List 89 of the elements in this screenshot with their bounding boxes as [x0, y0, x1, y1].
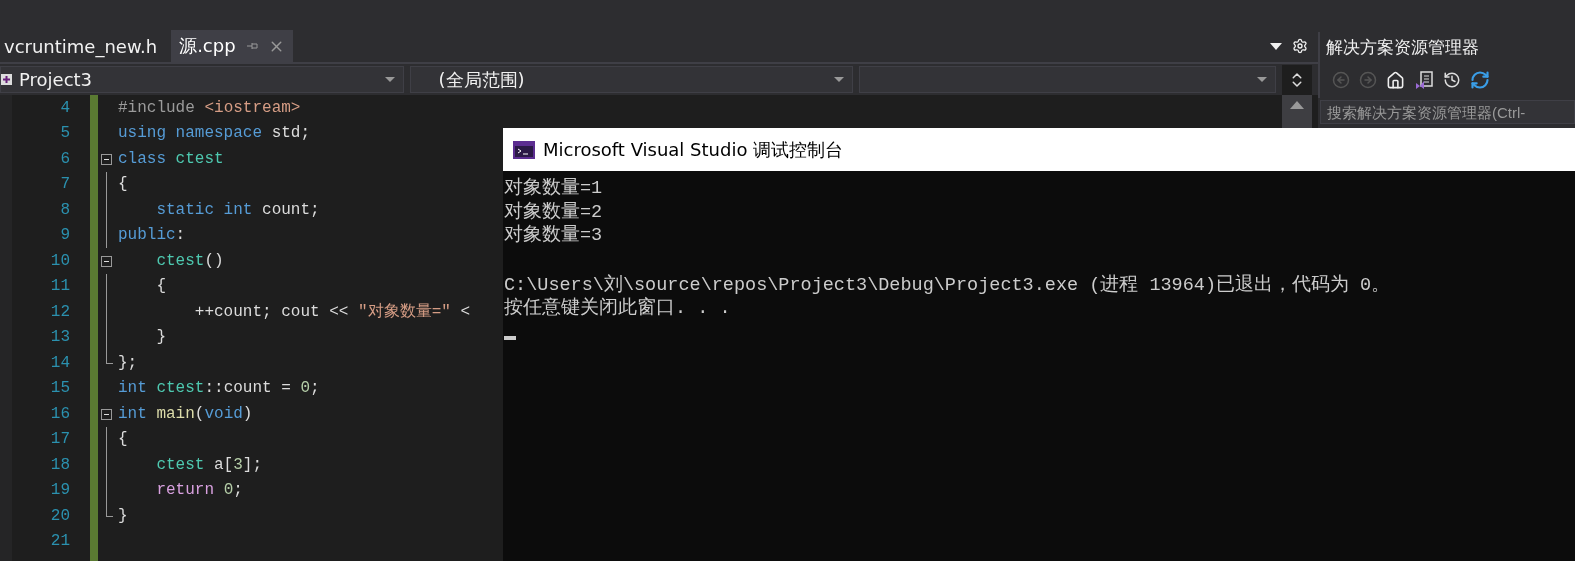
code-token: ;	[233, 481, 243, 500]
code-token: }	[155, 328, 166, 347]
code-token: {	[155, 277, 166, 296]
code-token: };	[118, 353, 138, 372]
scroll-up-icon	[1290, 101, 1304, 109]
collapse-icon[interactable]	[101, 256, 112, 267]
line-number: 18	[49, 454, 71, 476]
forward-icon	[1359, 71, 1377, 89]
project-dropdown[interactable]: Project3	[0, 66, 404, 93]
code-token: ctest	[156, 379, 205, 398]
code-token: 3	[233, 455, 243, 474]
code-token: ctest	[155, 251, 205, 270]
console-message-line: C:\Users\刘\source\repos\Project3\Debug\Project3.exe (进程 13964)已退出，代码为 0。	[504, 273, 1392, 297]
code-token: ];	[242, 455, 263, 474]
code-token: 0	[300, 379, 311, 398]
pin-icon	[245, 41, 258, 51]
code-token: (	[194, 404, 205, 423]
line-number: 6	[59, 148, 71, 170]
code-token: main	[156, 404, 195, 423]
collapse-icon[interactable]	[101, 409, 112, 420]
dropdown-icon[interactable]	[1270, 42, 1282, 50]
line-number: 15	[49, 378, 71, 400]
code-token: <	[459, 302, 471, 321]
collapse-icon[interactable]	[101, 154, 112, 165]
line-number: 20	[49, 505, 71, 527]
code-token: static int	[155, 200, 254, 219]
code-token: ++count; cout <<	[193, 302, 350, 321]
text-cursor	[504, 335, 516, 340]
console-message-line: 按任意键关闭此窗口. . .	[504, 297, 732, 321]
line-number: 10	[49, 250, 71, 272]
code-token: return	[155, 481, 215, 500]
settings-icon[interactable]	[1292, 38, 1308, 54]
window-title: Microsoft Visual Studio 调试控制台	[543, 137, 844, 162]
line-number: 7	[59, 174, 71, 196]
code-token: #include	[118, 98, 196, 117]
refresh-button[interactable]	[1470, 70, 1490, 90]
console-output-line: 对象数量=2	[504, 200, 604, 224]
line-number: 4	[59, 97, 71, 119]
code-token: class	[118, 149, 167, 168]
line-number: 13	[49, 327, 71, 349]
line-number: 19	[49, 480, 71, 502]
refresh-icon	[1470, 70, 1490, 90]
code-token: 0	[223, 481, 234, 500]
code-token: count;	[262, 200, 320, 219]
project-icon	[1, 72, 13, 87]
code-token: using namespace	[118, 124, 264, 143]
history-button[interactable]	[1443, 71, 1461, 89]
code-token: int	[118, 404, 148, 423]
line-number: 17	[49, 429, 71, 451]
code-token: void	[204, 404, 243, 423]
line-number: 14	[49, 352, 71, 374]
code-token: ()	[204, 251, 224, 270]
code-token: a[	[214, 455, 234, 474]
document-icon	[1414, 70, 1434, 90]
line-number: 12	[49, 301, 71, 323]
clock-icon	[1443, 71, 1461, 89]
code-token: <iostream>	[204, 98, 301, 117]
line-number: 9	[59, 225, 71, 247]
console-output-line: 对象数量=1	[504, 177, 604, 201]
file-tab[interactable]: vcruntime_new.h	[0, 30, 166, 62]
home-icon	[1386, 70, 1405, 90]
code-token: int	[118, 379, 148, 398]
search-field[interactable]: 搜索解决方案资源管理器(Ctrl-	[1320, 100, 1575, 124]
code-token: public	[118, 226, 176, 245]
split-button[interactable]	[1282, 64, 1312, 95]
code-token: ::count =	[204, 379, 292, 398]
back-icon	[1332, 71, 1350, 89]
scope-dropdown[interactable]: (全局范围)	[409, 66, 853, 93]
project-file-button[interactable]	[1414, 70, 1434, 90]
console-icon	[513, 140, 535, 159]
file-tab[interactable]: 源.cpp	[171, 30, 293, 62]
console-output-line: 对象数量=3	[504, 224, 604, 248]
code-token: {	[118, 430, 128, 449]
scrollbar[interactable]	[1282, 95, 1312, 128]
line-number: 11	[49, 276, 71, 298]
line-number: 21	[49, 531, 71, 553]
code-token: :	[175, 226, 186, 245]
code-token: )	[242, 404, 253, 423]
line-number: 8	[59, 199, 71, 221]
home-button[interactable]	[1386, 70, 1405, 90]
code-token: {	[118, 175, 128, 194]
code-token: "对象数量="	[358, 302, 451, 323]
code-token: }	[118, 506, 128, 525]
code-token: std;	[271, 124, 311, 143]
line-number: 16	[49, 403, 71, 425]
line-number: 5	[59, 123, 71, 145]
code-token: ctest	[155, 455, 206, 474]
code-token: ctest	[175, 149, 224, 168]
code-token: ;	[310, 379, 320, 398]
